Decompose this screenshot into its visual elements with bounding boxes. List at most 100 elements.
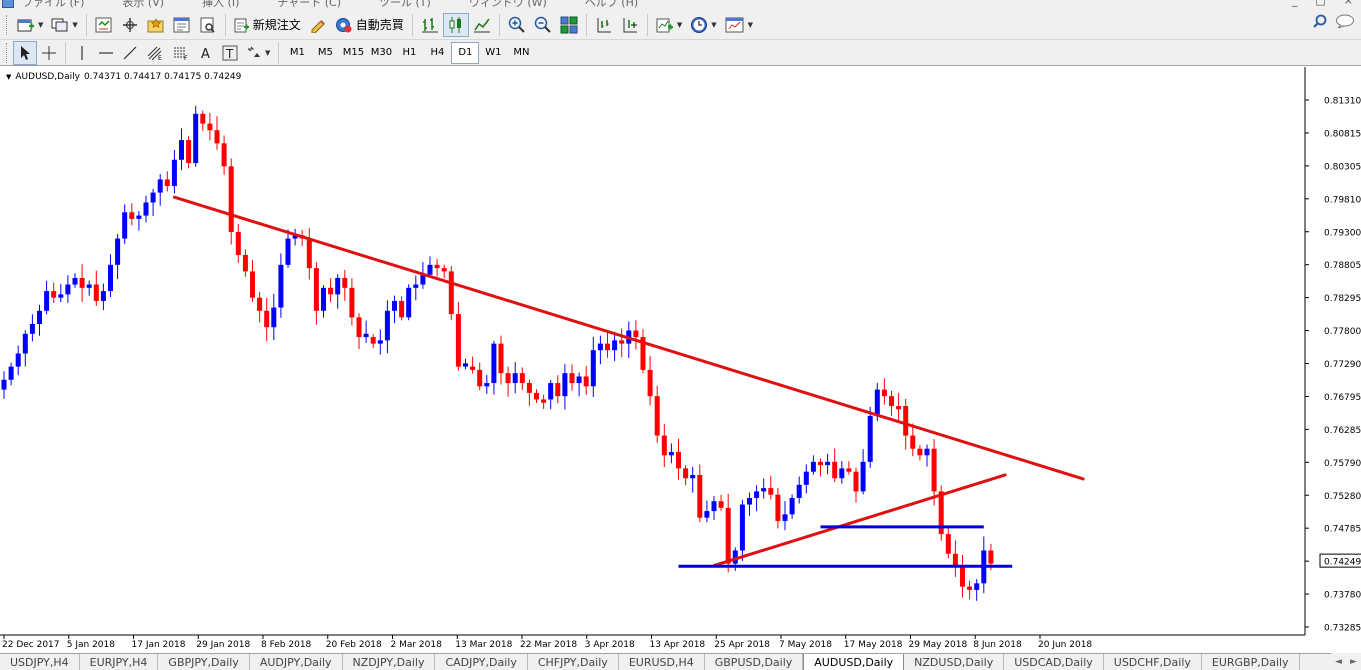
terminal-button[interactable]	[169, 13, 195, 37]
periods-button[interactable]: ▼	[686, 13, 720, 37]
zoom-out-icon	[534, 16, 551, 33]
cursor-button[interactable]	[13, 40, 37, 65]
timeframe-w1-button[interactable]: W1	[479, 42, 507, 64]
timeframe-h4-button[interactable]: H4	[423, 42, 451, 64]
market-watch-button[interactable]	[91, 13, 117, 37]
maximize-button[interactable]: □	[1315, 0, 1325, 7]
candle-bullish	[108, 264, 113, 292]
crosshair-button[interactable]	[37, 41, 61, 65]
search-icon[interactable]	[1313, 14, 1327, 28]
candle-bullish	[590, 350, 596, 387]
profiles-button[interactable]: ▼	[47, 13, 81, 37]
vertical-line-button[interactable]	[70, 41, 94, 65]
strategy-tester-button[interactable]	[195, 13, 221, 37]
menu-item[interactable]: 表示 (V)	[122, 0, 164, 10]
chart-shift-button[interactable]	[591, 13, 617, 37]
text-button[interactable]: A	[194, 41, 218, 65]
timeframe-h1-button[interactable]: H1	[395, 42, 423, 64]
indicators-button[interactable]: ▼	[652, 13, 686, 37]
timeframe-d1-button[interactable]: D1	[451, 41, 480, 64]
price-chart[interactable]: 0.81310 0.80815 0.80305 0.79810 0.79300 0.788…	[0, 67, 1361, 653]
chart-tab[interactable]: USDCHF,Daily	[1104, 654, 1202, 670]
candle-bullish	[58, 294, 64, 298]
timeframe-group: M1 M5 M15 M30 H1 H4 D1 W1 MN	[283, 41, 535, 64]
fibonacci-button[interactable]: F	[168, 41, 194, 65]
minimize-button[interactable]: _	[1292, 0, 1298, 7]
menu-item[interactable]: ファイル (F)	[22, 0, 84, 10]
price-tick-label: 0.81310	[1324, 97, 1361, 107]
candle-bearish	[250, 271, 255, 298]
text-label-button[interactable]: T	[218, 41, 242, 65]
navigator-button[interactable]	[117, 13, 143, 37]
timeframe-mn-button[interactable]: MN	[507, 42, 535, 64]
svg-text:A: A	[201, 47, 210, 61]
auto-trading-label: 自動売買	[355, 18, 404, 32]
window-controls: _ □ ×	[1292, 0, 1353, 7]
chart-tab[interactable]: NZDUSD,Daily	[904, 654, 1005, 670]
candle-bearish	[917, 448, 923, 456]
tab-scroll-controls: ◄ ►	[1331, 653, 1361, 670]
candle-bearish	[846, 468, 852, 472]
chevron-down-icon: ▼	[72, 20, 78, 29]
toolbar-grip[interactable]	[6, 42, 9, 63]
price-tick-label: 0.78805	[1324, 261, 1361, 271]
chart-shift-icon	[597, 17, 611, 32]
timeframe-m30-button[interactable]: M30	[367, 42, 395, 64]
bar-chart-button[interactable]	[417, 13, 443, 37]
menu-bar: ファイル (F) 表示 (V) 挿入 (I) チャート (C) ツール (T) ウィンドウ…	[0, 0, 1361, 10]
new-order-button[interactable]: 新規注文	[230, 13, 305, 37]
line-chart-button[interactable]	[469, 13, 495, 37]
scroll-right-icon[interactable]: ►	[1350, 657, 1357, 667]
candlestick-chart-button[interactable]	[442, 12, 469, 37]
arrows-button[interactable]: ▼	[242, 41, 274, 65]
timeframe-m15-button[interactable]: M15	[339, 42, 367, 64]
time-tick-label: 22 Dec 2017	[2, 640, 60, 650]
trendline-button[interactable]	[118, 41, 142, 65]
zoom-in-button[interactable]	[504, 13, 530, 37]
price-tick-label: 0.78295	[1324, 294, 1361, 304]
chart-tab[interactable]: AUDUSD,Daily	[803, 654, 905, 670]
new-chart-button[interactable]: ▼	[13, 13, 47, 37]
chart-tab[interactable]: CADJPY,Daily	[435, 654, 528, 670]
templates-button[interactable]: ▼	[721, 13, 757, 37]
metaeditor-button[interactable]	[305, 13, 331, 37]
chart-tab[interactable]: GBPUSD,Daily	[705, 654, 804, 670]
candle-bullish	[668, 451, 674, 456]
candle-bearish	[945, 534, 951, 554]
menu-item[interactable]: ツール (T)	[379, 0, 431, 10]
chart-tab[interactable]: AUDJPY,Daily	[250, 654, 343, 670]
profiles-icon	[51, 18, 68, 31]
auto-trading-button[interactable]: 自動売買	[331, 13, 408, 37]
chart-window[interactable]: ▼ AUDUSD,Daily 0.74371 0.74417 0.74175 0…	[0, 67, 1361, 653]
menu-item[interactable]: ウィンドウ (W)	[469, 0, 547, 10]
chart-tab[interactable]: NZDJPY,Daily	[343, 654, 436, 670]
timeframe-m5-button[interactable]: M5	[311, 42, 339, 64]
chart-tab[interactable]: EURJPY,H4	[80, 654, 159, 670]
close-button[interactable]: ×	[1344, 0, 1353, 7]
price-tick-label: 0.77290	[1324, 360, 1361, 370]
candle-bearish	[399, 300, 405, 318]
chat-icon[interactable]	[1335, 14, 1355, 28]
equidistant-channel-button[interactable]: E	[142, 41, 168, 65]
auto-scroll-button[interactable]	[617, 13, 643, 37]
horizontal-line-button[interactable]	[94, 41, 118, 65]
crosshair-move-icon	[122, 17, 137, 32]
timeframe-m1-button[interactable]: M1	[283, 42, 311, 64]
candle-bullish	[924, 448, 930, 456]
drawing-toolbar: E F A T ▼ M1 M5 M15 M30 H1 H4 D1 W1 MN	[0, 40, 1361, 66]
menu-item[interactable]: チャート (C)	[277, 0, 341, 10]
menu-item[interactable]: ヘルプ (H)	[585, 0, 638, 10]
tile-windows-button[interactable]	[556, 13, 582, 37]
chart-tab[interactable]: GBPJPY,Daily	[158, 654, 250, 670]
data-window-button[interactable]	[143, 13, 169, 37]
chart-tab[interactable]: EURUSD,H4	[619, 654, 705, 670]
chart-tab[interactable]: EURGBP,Daily	[1202, 654, 1300, 670]
scroll-left-icon[interactable]: ◄	[1335, 657, 1342, 667]
menu-item[interactable]: 挿入 (I)	[202, 0, 239, 10]
toolbar-grip[interactable]	[6, 14, 9, 35]
chart-tab[interactable]: USDCAD,Daily	[1004, 654, 1104, 670]
candle-bearish	[200, 113, 206, 124]
chart-tab[interactable]: USDJPY,H4	[0, 654, 80, 670]
chart-tab[interactable]: CHFJPY,Daily	[528, 654, 619, 670]
zoom-out-button[interactable]	[530, 13, 556, 37]
